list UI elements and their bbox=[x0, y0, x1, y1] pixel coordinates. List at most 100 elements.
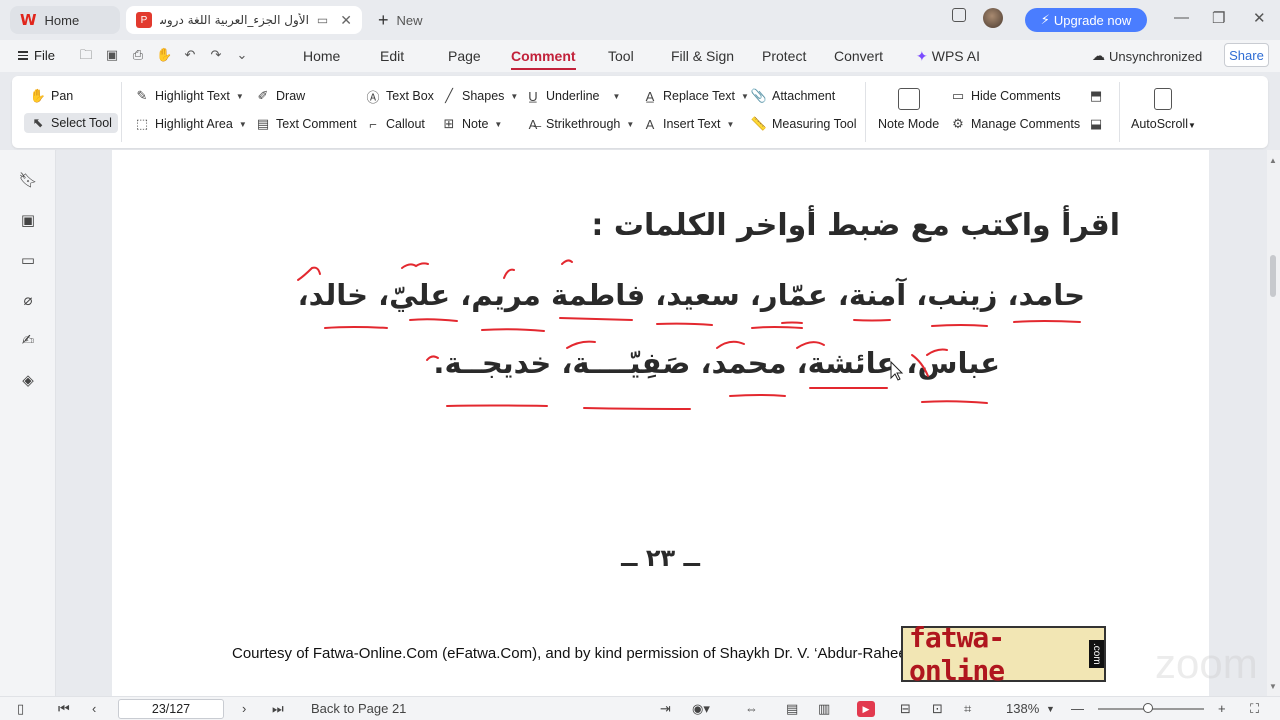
chevron-down-icon: ▼ bbox=[741, 91, 749, 101]
tab-document[interactable]: P الأول الجزء_العربية اللغة دروس ▭ ✕ bbox=[126, 6, 362, 34]
attachment-icon[interactable]: ⌀ bbox=[20, 292, 36, 309]
menu-convert[interactable]: Convert bbox=[834, 48, 883, 64]
hide-comments-button[interactable]: ▭ Hide Comments bbox=[950, 88, 1061, 104]
shapes-button[interactable]: ╱ Shapes ▼ bbox=[441, 88, 518, 104]
menu-fill-sign[interactable]: Fill & Sign bbox=[671, 48, 734, 64]
comment-prev-icon[interactable]: ⬒ bbox=[1088, 88, 1104, 104]
single-page-icon[interactable]: ▤ bbox=[786, 701, 798, 717]
avatar[interactable] bbox=[983, 8, 1003, 28]
last-page-icon[interactable]: ⏭ bbox=[272, 701, 284, 717]
close-tab-icon[interactable]: ✕ bbox=[340, 12, 352, 29]
play-slideshow-icon[interactable]: ▶ bbox=[857, 701, 875, 717]
page-number-input[interactable] bbox=[118, 699, 224, 719]
menu-protect[interactable]: Protect bbox=[762, 48, 806, 64]
next-page-icon[interactable]: › bbox=[242, 701, 246, 716]
manage-comments-button[interactable]: ⚙ Manage Comments bbox=[950, 116, 1080, 132]
scroll-up-icon[interactable]: ▲ bbox=[1269, 156, 1277, 165]
callout-button[interactable]: ⌐ Callout bbox=[365, 116, 425, 132]
autoscroll-button[interactable]: AutoScroll▼ bbox=[1131, 88, 1196, 131]
tab-home[interactable]: W Home bbox=[10, 6, 120, 34]
zoom-slider-handle[interactable] bbox=[1142, 703, 1153, 713]
menu-tool[interactable]: Tool bbox=[608, 48, 634, 64]
insert-text-button[interactable]: A Insert Text ▼ bbox=[642, 116, 735, 132]
close-window-icon[interactable]: ✕ bbox=[1253, 9, 1266, 27]
two-page-icon[interactable]: ▥ bbox=[818, 701, 830, 717]
highlight-text-button[interactable]: ✎ Highlight Text ▼ bbox=[134, 88, 244, 104]
menu-comment[interactable]: Comment bbox=[511, 48, 576, 70]
file-menu[interactable]: File bbox=[18, 48, 55, 63]
measuring-tool-label: Measuring Tool bbox=[772, 117, 857, 131]
menu-home[interactable]: Home bbox=[303, 48, 340, 64]
hand-icon[interactable]: ✋ bbox=[156, 48, 172, 62]
chevron-down-icon[interactable]: ⌄ bbox=[234, 48, 250, 62]
first-page-icon[interactable]: ⏮ bbox=[58, 701, 70, 717]
select-tool[interactable]: ⬉ Select Tool bbox=[24, 113, 118, 133]
strikethrough-button[interactable]: A̶ Strikethrough ▼ bbox=[525, 116, 635, 132]
new-tab-button[interactable]: + New bbox=[378, 10, 423, 31]
tab-document-title: الأول الجزء_العربية اللغة دروس bbox=[160, 13, 309, 27]
underline-button[interactable]: U̲ Underline ▼ bbox=[525, 88, 620, 104]
select-tool-label: Select Tool bbox=[51, 116, 112, 130]
sidebar-toggle-icon[interactable]: ▯ bbox=[17, 701, 24, 717]
vertical-scrollbar[interactable]: ▲ ▼ bbox=[1267, 150, 1280, 696]
replace-text-button[interactable]: A̲ Replace Text ▼ bbox=[642, 88, 749, 104]
strikethrough-icon: A̶ bbox=[528, 116, 538, 132]
autoscroll-label: AutoScroll▼ bbox=[1131, 117, 1196, 131]
thumbnail-icon[interactable]: ▣ bbox=[20, 212, 36, 229]
callout-icon: ⌐ bbox=[369, 116, 377, 132]
monitor-icon[interactable]: ▭ bbox=[317, 13, 328, 27]
scrollbar-thumb[interactable] bbox=[1270, 255, 1276, 297]
note-mode-button[interactable]: Note Mode bbox=[878, 88, 939, 131]
manage-comments-label: Manage Comments bbox=[971, 117, 1081, 131]
lightning-icon: ⚡ bbox=[1040, 12, 1050, 27]
menu-edit[interactable]: Edit bbox=[380, 48, 404, 64]
signature-icon[interactable]: ✍ bbox=[20, 332, 36, 349]
text-comment-button[interactable]: ▤ Text Comment bbox=[255, 116, 357, 132]
highlight-area-button[interactable]: ⬚ Highlight Area ▼ bbox=[134, 116, 247, 132]
text-box-button[interactable]: Ⓐ Text Box bbox=[365, 88, 433, 105]
upgrade-button[interactable]: ⚡ Upgrade now bbox=[1025, 8, 1147, 32]
layers-icon[interactable]: ◈ bbox=[20, 372, 36, 389]
eye-icon[interactable]: ◉▾ bbox=[692, 701, 710, 717]
prev-page-icon[interactable]: ‹ bbox=[92, 701, 96, 716]
page-number: ــ ٢٣ ــ bbox=[621, 544, 700, 572]
draw-button[interactable]: ✐ Draw bbox=[255, 88, 306, 104]
measuring-tool-button[interactable]: 📏 Measuring Tool bbox=[751, 116, 857, 132]
comment-next-icon[interactable]: ⬓ bbox=[1088, 116, 1104, 132]
restore-window-icon[interactable] bbox=[952, 8, 966, 22]
scroll-down-icon[interactable]: ▼ bbox=[1269, 682, 1277, 691]
maximize-icon[interactable]: ❐ bbox=[1212, 9, 1225, 27]
zoom-out-icon[interactable]: — bbox=[1071, 701, 1084, 716]
fit-width-icon[interactable]: ⇔ bbox=[745, 701, 758, 716]
export-icon[interactable]: ⇥ bbox=[660, 701, 671, 717]
open-folder-icon[interactable]: 🗀 bbox=[78, 48, 94, 62]
minimize-icon[interactable]: — bbox=[1174, 9, 1189, 26]
pan-label: Pan bbox=[51, 89, 74, 103]
comment-icon[interactable]: ▭ bbox=[20, 252, 36, 269]
crop-icon[interactable]: ⌗ bbox=[964, 701, 971, 717]
share-button[interactable]: Share bbox=[1224, 43, 1269, 67]
menu-wps-ai[interactable]: ✦ WPS AI bbox=[916, 48, 980, 65]
fit-page-icon[interactable]: ⊟ bbox=[900, 701, 911, 717]
actual-size-icon[interactable]: ⊡ bbox=[932, 701, 943, 717]
fullscreen-icon[interactable]: ⛶ bbox=[1250, 701, 1259, 717]
menu-page[interactable]: Page bbox=[448, 48, 481, 64]
redo-icon[interactable]: ↷ bbox=[208, 48, 224, 62]
quick-access-toolbar: 🗀 ▣ ⎙ ✋ ↶ ↷ ⌄ bbox=[78, 48, 250, 62]
undo-icon[interactable]: ↶ bbox=[182, 48, 198, 62]
back-to-page-link[interactable]: Back to Page 21 bbox=[311, 701, 406, 716]
bookmark-icon[interactable]: 🔖︎ bbox=[18, 172, 37, 189]
replace-text-label: Replace Text bbox=[663, 89, 736, 103]
zoom-level[interactable]: 138% bbox=[1006, 701, 1039, 716]
print-icon[interactable]: ⎙ bbox=[130, 48, 146, 62]
pan-tool[interactable]: ✋ Pan bbox=[30, 88, 73, 104]
sync-status[interactable]: ☁ Unsynchronized bbox=[1092, 48, 1202, 64]
attachment-button[interactable]: 📎 Attachment bbox=[751, 88, 835, 104]
file-menu-label: File bbox=[34, 48, 55, 63]
courtesy-notice: Courtesy of Fatwa-Online.Com (eFatwa.Com… bbox=[232, 645, 920, 662]
document-view[interactable]: اقرأ واكتب مع ضبط أواخر الكلمات : حامد، … bbox=[57, 150, 1267, 696]
chevron-down-icon[interactable]: ▼ bbox=[1046, 704, 1055, 714]
save-icon[interactable]: ▣ bbox=[104, 48, 120, 62]
note-button[interactable]: ⊞ Note ▼ bbox=[441, 116, 503, 132]
zoom-in-icon[interactable]: + bbox=[1218, 701, 1226, 716]
